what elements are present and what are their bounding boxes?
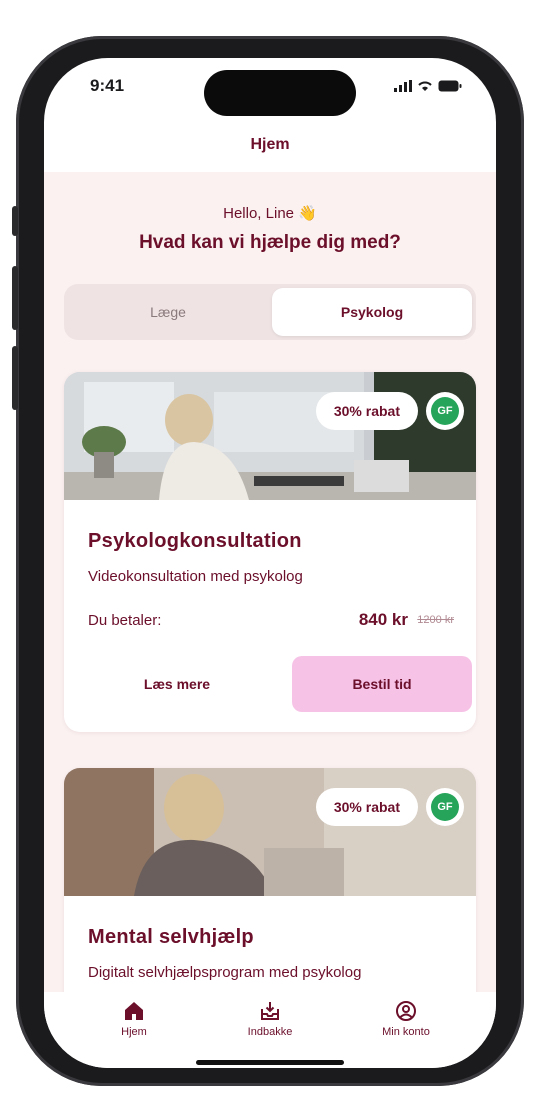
battery-icon: [438, 80, 462, 92]
home-icon: [125, 1002, 143, 1020]
book-appointment-button[interactable]: Bestil tid: [292, 656, 472, 712]
card-subtitle: Videokonsultation med psykolog: [88, 568, 303, 585]
silent-switch: [12, 206, 18, 236]
partner-badge: GF: [426, 392, 464, 430]
home-content[interactable]: Hello, Line 👋 Hvad kan vi hjælpe dig med…: [44, 172, 496, 992]
tab-indbakke[interactable]: Indbakke: [210, 1000, 330, 1038]
home-indicator[interactable]: [196, 1060, 344, 1065]
service-card-psykologkonsultation[interactable]: 30% rabat GF Psykologkonsultation Videok…: [64, 372, 476, 732]
greeting-text: Hello, Line 👋: [223, 205, 317, 222]
discount-badge: 30% rabat: [315, 392, 418, 430]
volume-down-button: [12, 346, 18, 410]
gf-logo-icon: GF: [431, 397, 459, 425]
account-icon: [396, 1001, 416, 1021]
dynamic-island: [204, 70, 356, 116]
card-title: Mental selvhjælp: [88, 926, 254, 948]
card-photo: 30% rabat GF: [64, 768, 476, 896]
volume-up-button: [12, 266, 18, 330]
tab-label: Hjem: [121, 1026, 147, 1038]
tab-label: Min konto: [382, 1026, 430, 1038]
status-bar: 9:41: [44, 58, 496, 118]
discount-badge: 30% rabat: [315, 788, 418, 826]
bottom-tab-bar: Hjem Indbakke Min konto: [44, 992, 496, 1068]
inbox-icon: [261, 1002, 279, 1020]
tab-label: Indbakke: [247, 1026, 293, 1038]
price-value: 840 kr: [358, 610, 408, 629]
tab-hjem[interactable]: Hjem: [74, 1000, 194, 1038]
partner-badge: GF: [426, 788, 464, 826]
price-label: Du betaler:: [88, 612, 162, 629]
card-title: Psykologkonsultation: [88, 530, 302, 552]
page-title: Hjem: [250, 136, 290, 153]
status-icons: [394, 80, 462, 92]
cellular-signal-icon: [394, 80, 412, 92]
card-photo: 30% rabat GF: [64, 372, 476, 500]
service-type-segmented-control[interactable]: Læge Psykolog: [64, 284, 476, 340]
tab-min-konto[interactable]: Min konto: [346, 1000, 466, 1038]
gf-logo-icon: GF: [431, 793, 459, 821]
card-subtitle: Digitalt selvhjælpsprogram med psykolog: [88, 964, 362, 981]
status-time: 9:41: [90, 76, 125, 95]
service-card-mental-selvhjaelp[interactable]: 30% rabat GF Mental selvhjælp Digitalt s…: [64, 768, 476, 992]
segment-laege[interactable]: Læge: [68, 288, 268, 336]
wifi-icon: [418, 81, 432, 91]
original-price: 1200 kr: [417, 614, 454, 626]
segment-psykolog[interactable]: Psykolog: [272, 288, 472, 336]
read-more-button[interactable]: Læs mere: [88, 656, 266, 712]
app-screen: 9:41 Hjem Hello, Line 👋 Hvad kan vi hjæl…: [44, 58, 496, 1068]
help-question-heading: Hvad kan vi hjælpe dig med?: [139, 232, 401, 253]
